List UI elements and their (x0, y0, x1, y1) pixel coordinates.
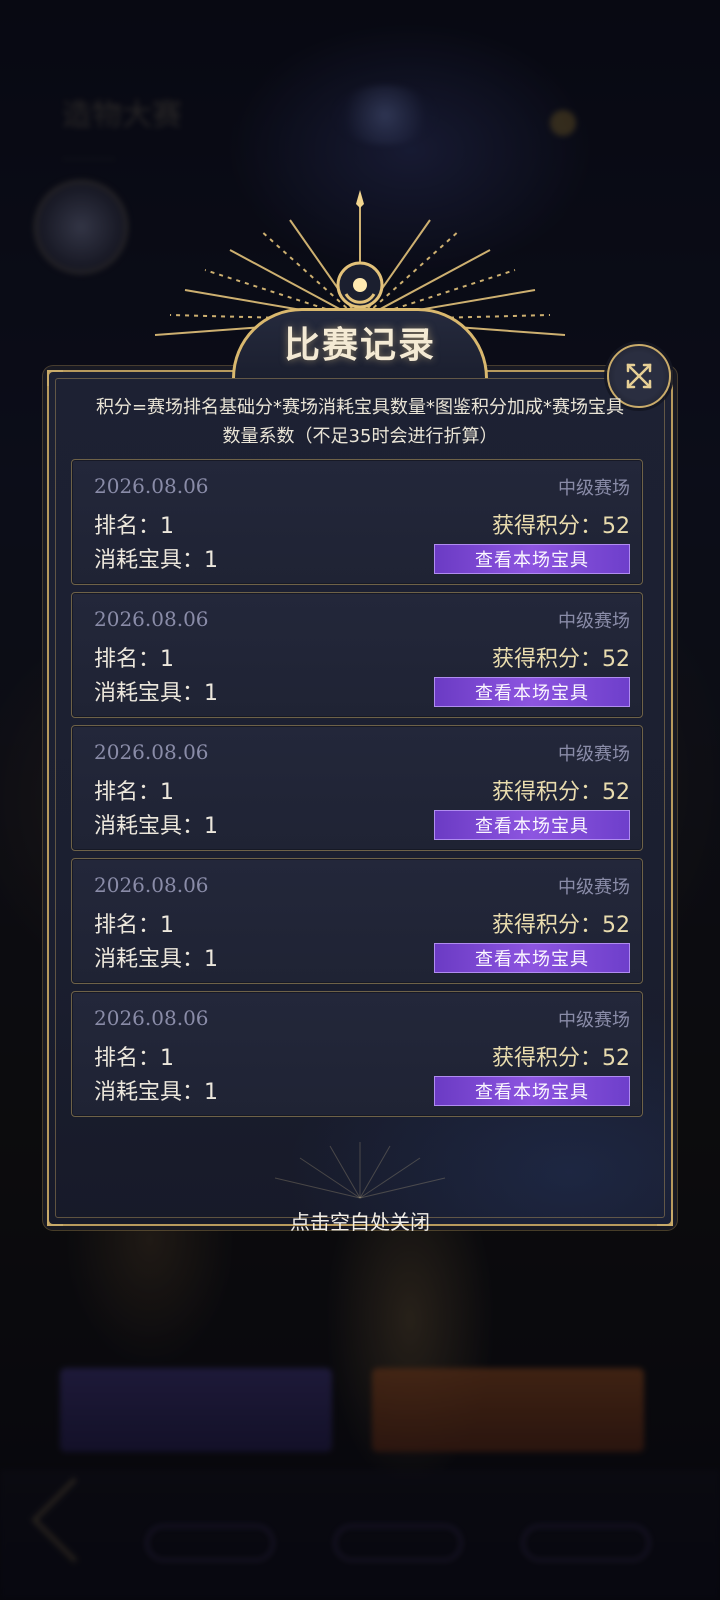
tap-to-close-hint: 点击空白处关闭 (290, 1210, 430, 1234)
record-card: 2026.08.06 中级赛场 排名：1 获得积分：52 消耗宝具：1 查看本场… (71, 858, 643, 984)
record-arena: 中级赛场 (558, 744, 630, 765)
frame-corner (47, 370, 63, 386)
view-match-items-button[interactable]: 查看本场宝具 (434, 943, 630, 973)
score-formula-description: 积分=赛场排名基础分*赛场消耗宝具数量*图鉴积分加成*赛场宝具数量系数（不足35… (95, 397, 625, 447)
record-rank: 排名：1 (94, 647, 174, 672)
record-score: 获得积分：52 (492, 647, 630, 672)
record-rank: 排名：1 (94, 1046, 174, 1071)
record-date: 2026.08.06 (94, 740, 209, 764)
title-plaque: 比赛记录 (232, 308, 488, 378)
record-cost: 消耗宝具：1 (94, 814, 218, 839)
record-list[interactable]: 2026.08.06 中级赛场 排名：1 获得积分：52 消耗宝具：1 查看本场… (71, 459, 643, 1121)
record-card: 2026.08.06 中级赛场 排名：1 获得积分：52 消耗宝具：1 查看本场… (71, 725, 643, 851)
view-match-items-button[interactable]: 查看本场宝具 (434, 1076, 630, 1106)
record-score: 获得积分：52 (492, 1046, 630, 1071)
record-arena: 中级赛场 (558, 611, 630, 632)
record-card: 2026.08.06 中级赛场 排名：1 获得积分：52 消耗宝具：1 查看本场… (71, 459, 643, 585)
record-date: 2026.08.06 (94, 474, 209, 498)
record-arena: 中级赛场 (558, 1010, 630, 1031)
view-match-items-button[interactable]: 查看本场宝具 (434, 677, 630, 707)
record-date: 2026.08.06 (94, 873, 209, 897)
record-score: 获得积分：52 (492, 913, 630, 938)
record-date: 2026.08.06 (94, 1006, 209, 1030)
dialog-title: 比赛记录 (283, 324, 436, 366)
record-score: 获得积分：52 (492, 780, 630, 805)
record-date: 2026.08.06 (94, 607, 209, 631)
record-rank: 排名：1 (94, 514, 174, 539)
record-arena: 中级赛场 (558, 478, 630, 499)
record-score: 获得积分：52 (492, 514, 630, 539)
record-rank: 排名：1 (94, 913, 174, 938)
record-arena: 中级赛场 (558, 877, 630, 898)
record-card: 2026.08.06 中级赛场 排名：1 获得积分：52 消耗宝具：1 查看本场… (71, 991, 643, 1117)
record-cost: 消耗宝具：1 (94, 548, 218, 573)
view-match-items-button[interactable]: 查看本场宝具 (434, 810, 630, 840)
view-match-items-button[interactable]: 查看本场宝具 (434, 544, 630, 574)
bottom-ray-ornament (274, 1142, 446, 1199)
record-cost: 消耗宝具：1 (94, 947, 218, 972)
record-rank: 排名：1 (94, 780, 174, 805)
record-cost: 消耗宝具：1 (94, 1080, 218, 1105)
record-card: 2026.08.06 中级赛场 排名：1 获得积分：52 消耗宝具：1 查看本场… (71, 592, 643, 718)
close-x-icon (626, 363, 652, 389)
record-cost: 消耗宝具：1 (94, 681, 218, 706)
